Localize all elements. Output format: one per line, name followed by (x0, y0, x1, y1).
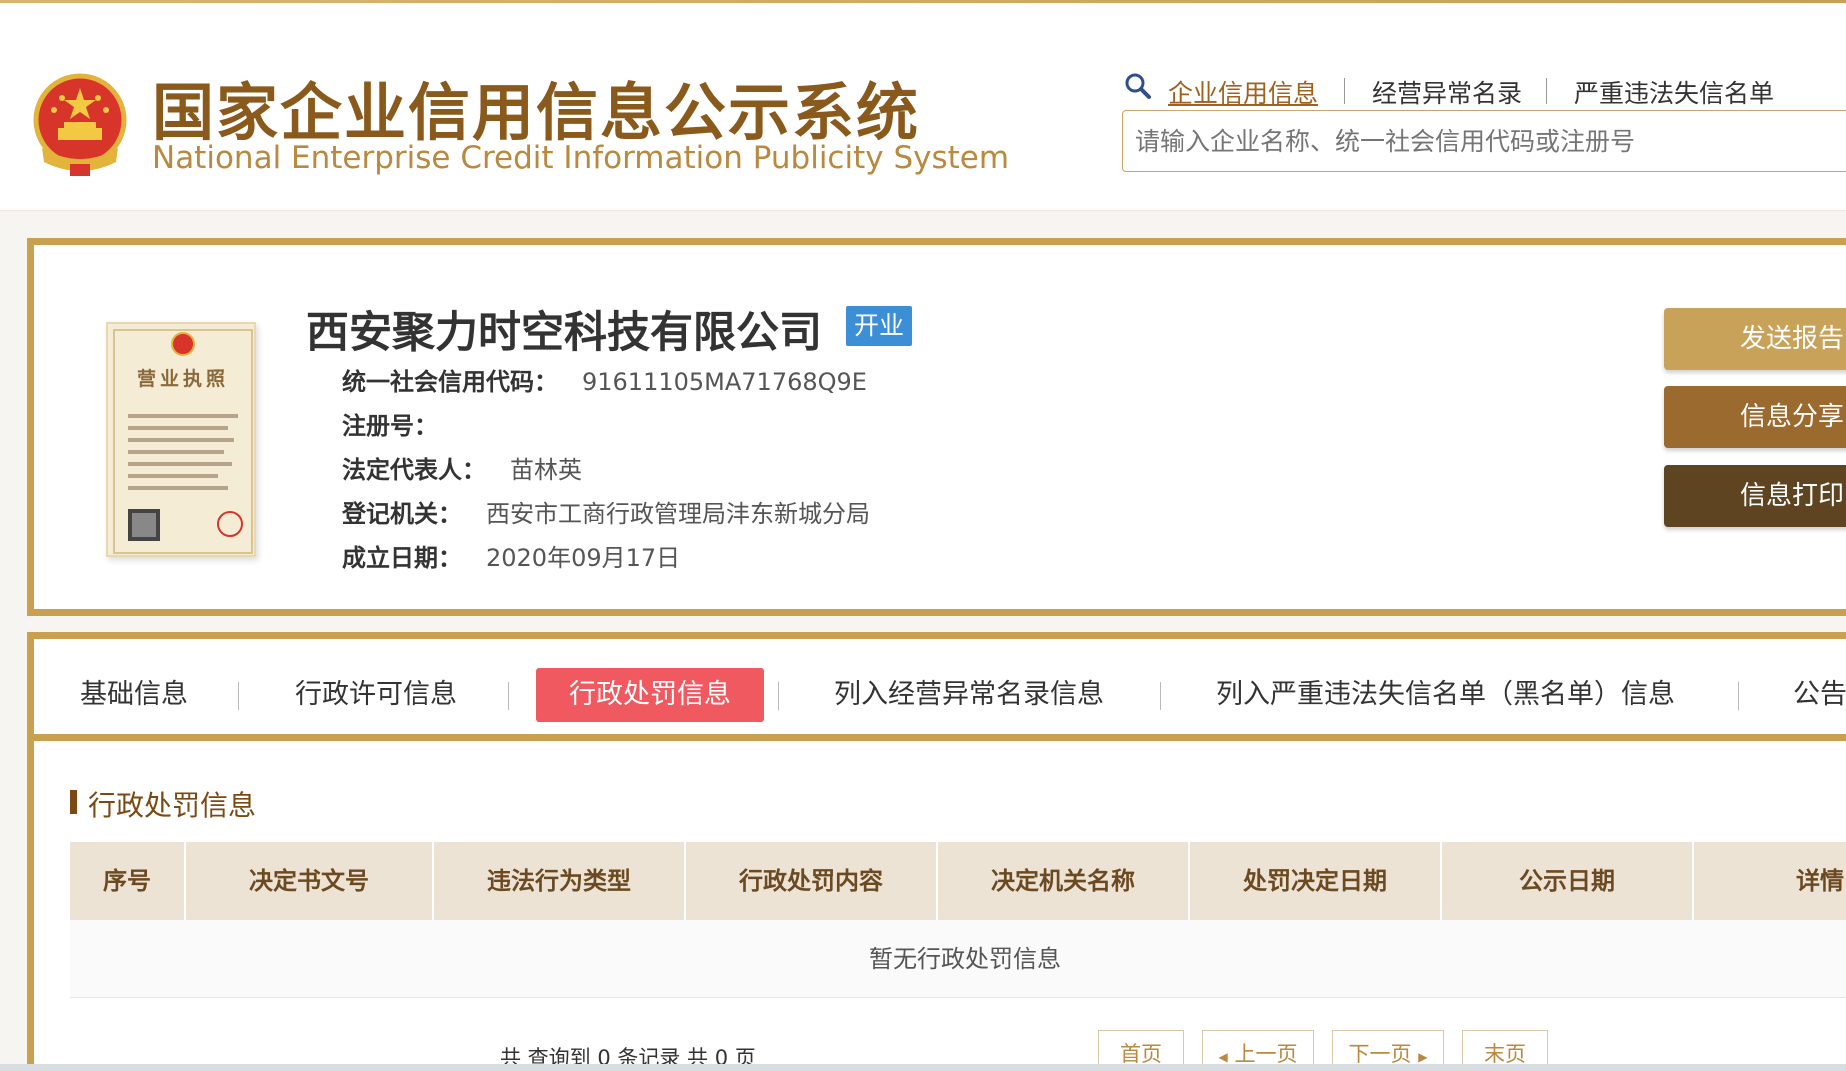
info-row-legal-rep: 法定代表人： 苗林英 (342, 450, 582, 485)
bottom-scrollbar-strip[interactable] (0, 1064, 1846, 1071)
info-row-established: 成立日期： 2020年09月17日 (342, 538, 680, 573)
business-license-image[interactable]: 营业执照 (106, 322, 256, 557)
tab-notice[interactable]: 公告 (1793, 668, 1846, 722)
column-header-decision-no: 决定书文号 (249, 867, 369, 895)
tab-separator (778, 682, 779, 710)
license-emblem-icon (113, 329, 253, 554)
share-info-button[interactable]: 信息分享 (1664, 386, 1846, 448)
tab-license-info[interactable]: 行政许可信息 (295, 668, 457, 722)
tab-blacklist-info[interactable]: 列入严重违法失信名单（黑名单）信息 (1216, 668, 1675, 722)
info-row-credit-code: 统一社会信用代码： 91611105MA71768Q9E (342, 362, 867, 397)
legal-rep-value: 苗林英 (510, 456, 582, 484)
column-header-decision-date: 处罚决定日期 (1243, 867, 1387, 895)
column-header-authority-name: 决定机关名称 (991, 867, 1135, 895)
credit-code-value: 91611105MA71768Q9E (582, 368, 867, 396)
established-value: 2020年09月17日 (486, 544, 681, 572)
authority-label: 登记机关： (342, 500, 462, 528)
status-badge: 开业 (846, 306, 912, 346)
nav-link-abnormal-list[interactable]: 经营异常名录 (1372, 74, 1522, 110)
tab-separator (1738, 682, 1739, 710)
pager-next-label: 下一页 (1348, 1042, 1412, 1066)
send-report-button[interactable]: 发送报告 (1664, 308, 1846, 370)
pager-prev-label: 上一页 (1234, 1042, 1298, 1066)
authority-value: 西安市工商行政管理局沣东新城分局 (486, 500, 870, 528)
company-name: 西安聚力时空科技有限公司 (306, 308, 822, 358)
nav-link-credit-info[interactable]: 企业信用信息 (1168, 74, 1318, 110)
header-top-line (0, 0, 1846, 3)
tab-abnormal-list-info[interactable]: 列入经营异常名录信息 (834, 668, 1104, 722)
column-header-violation-type: 违法行为类型 (487, 867, 631, 895)
legal-rep-label: 法定代表人： (342, 456, 486, 484)
credit-code-label: 统一社会信用代码： (342, 368, 558, 396)
license-title: 营业执照 (136, 368, 229, 390)
print-info-button[interactable]: 信息打印 (1664, 465, 1846, 527)
established-label: 成立日期： (342, 544, 462, 572)
chevron-right-icon: ▶ (1418, 1050, 1428, 1064)
tab-separator (1160, 682, 1161, 710)
tab-separator (238, 682, 239, 710)
search-input[interactable] (1122, 110, 1846, 172)
search-icon[interactable] (1124, 72, 1152, 100)
site-title-english: National Enterprise Credit Information P… (152, 140, 1010, 176)
column-header-index: 序号 (103, 867, 151, 895)
nav-separator (1546, 78, 1547, 104)
info-row-reg-no: 注册号： (342, 406, 462, 441)
tab-penalty-info[interactable]: 行政处罚信息 (536, 668, 764, 722)
column-header-publicity-date: 公示日期 (1519, 867, 1615, 895)
info-row-authority: 登记机关： 西安市工商行政管理局沣东新城分局 (342, 494, 870, 529)
column-header-details: 详情 (1796, 867, 1844, 895)
company-card (27, 238, 1846, 616)
tab-separator (508, 682, 509, 710)
table-empty-message: 暂无行政处罚信息 (70, 920, 1846, 998)
nav-separator (1344, 78, 1345, 104)
reg-no-label: 注册号： (342, 412, 438, 440)
column-header-penalty-content: 行政处罚内容 (739, 867, 883, 895)
site-title-chinese: 国家企业信用信息公示系统 (152, 76, 921, 149)
nav-link-illegal-list[interactable]: 严重违法失信名单 (1574, 74, 1774, 110)
section-marker (70, 790, 77, 814)
tab-basic-info[interactable]: 基础信息 (80, 668, 188, 722)
national-emblem-icon (33, 73, 127, 176)
section-title: 行政处罚信息 (88, 789, 257, 822)
chevron-left-icon: ◀ (1218, 1050, 1228, 1064)
